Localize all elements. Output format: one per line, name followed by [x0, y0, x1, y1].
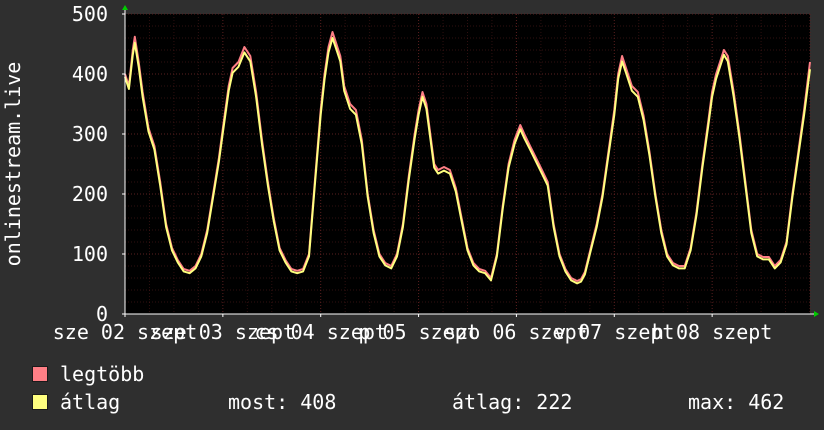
y-tick-label: 400: [72, 62, 108, 86]
y-tick-label: 200: [72, 182, 108, 206]
y-axis-label: onlinestream.live: [1, 62, 25, 267]
stat-max: max: 462: [688, 390, 785, 414]
legend-item-max: legtöbb: [32, 362, 144, 386]
legend-swatch-max: [32, 366, 48, 382]
x-tick-label: h 08 szept: [652, 320, 772, 344]
x-axis-arrow: [814, 311, 819, 317]
y-tick-label: 300: [72, 122, 108, 146]
legend-swatch-avg: [32, 394, 48, 410]
legend-label-avg: átlag: [60, 390, 121, 414]
y-tick-label: 100: [72, 242, 108, 266]
stat-now: most: 408: [228, 390, 337, 414]
y-axis-arrow: [122, 5, 128, 10]
y-tick-label: 500: [72, 2, 108, 26]
legend-item-avg: átlag: [32, 390, 120, 414]
legend-label-max: legtöbb: [60, 362, 145, 386]
stat-average: átlag: 222: [452, 390, 573, 414]
